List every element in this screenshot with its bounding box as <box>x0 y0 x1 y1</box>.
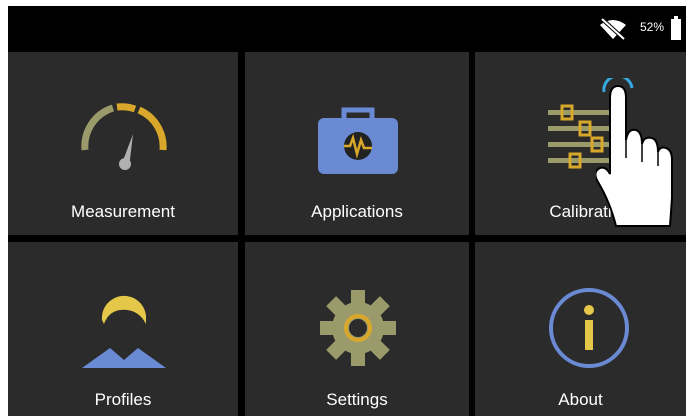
wifi-off-icon <box>600 17 626 41</box>
tile-about[interactable]: About <box>475 242 686 416</box>
tile-label-applications: Applications <box>311 202 403 221</box>
tile-label-about: About <box>558 390 603 409</box>
tile-applications[interactable]: Applications <box>245 52 469 235</box>
tile-label-measurement: Measurement <box>71 202 175 221</box>
tile-settings[interactable]: Settings <box>245 242 469 416</box>
status-bar: 52% <box>8 6 686 52</box>
medical-case-icon <box>318 107 398 174</box>
gear-icon <box>320 290 396 366</box>
tile-label-settings: Settings <box>326 390 388 409</box>
device-screen: 52% Measurement Applications Calibrati P… <box>8 6 686 416</box>
hand-pointer-icon <box>596 78 673 227</box>
info-icon <box>549 288 629 368</box>
tile-profiles[interactable]: Profiles <box>8 242 238 416</box>
tile-label-profiles: Profiles <box>94 390 152 409</box>
user-profile-icon <box>82 295 166 368</box>
battery-icon <box>671 16 681 40</box>
gauge-icon <box>81 103 167 170</box>
tile-measurement[interactable]: Measurement <box>8 52 238 235</box>
battery-percent: 52% <box>640 20 665 34</box>
